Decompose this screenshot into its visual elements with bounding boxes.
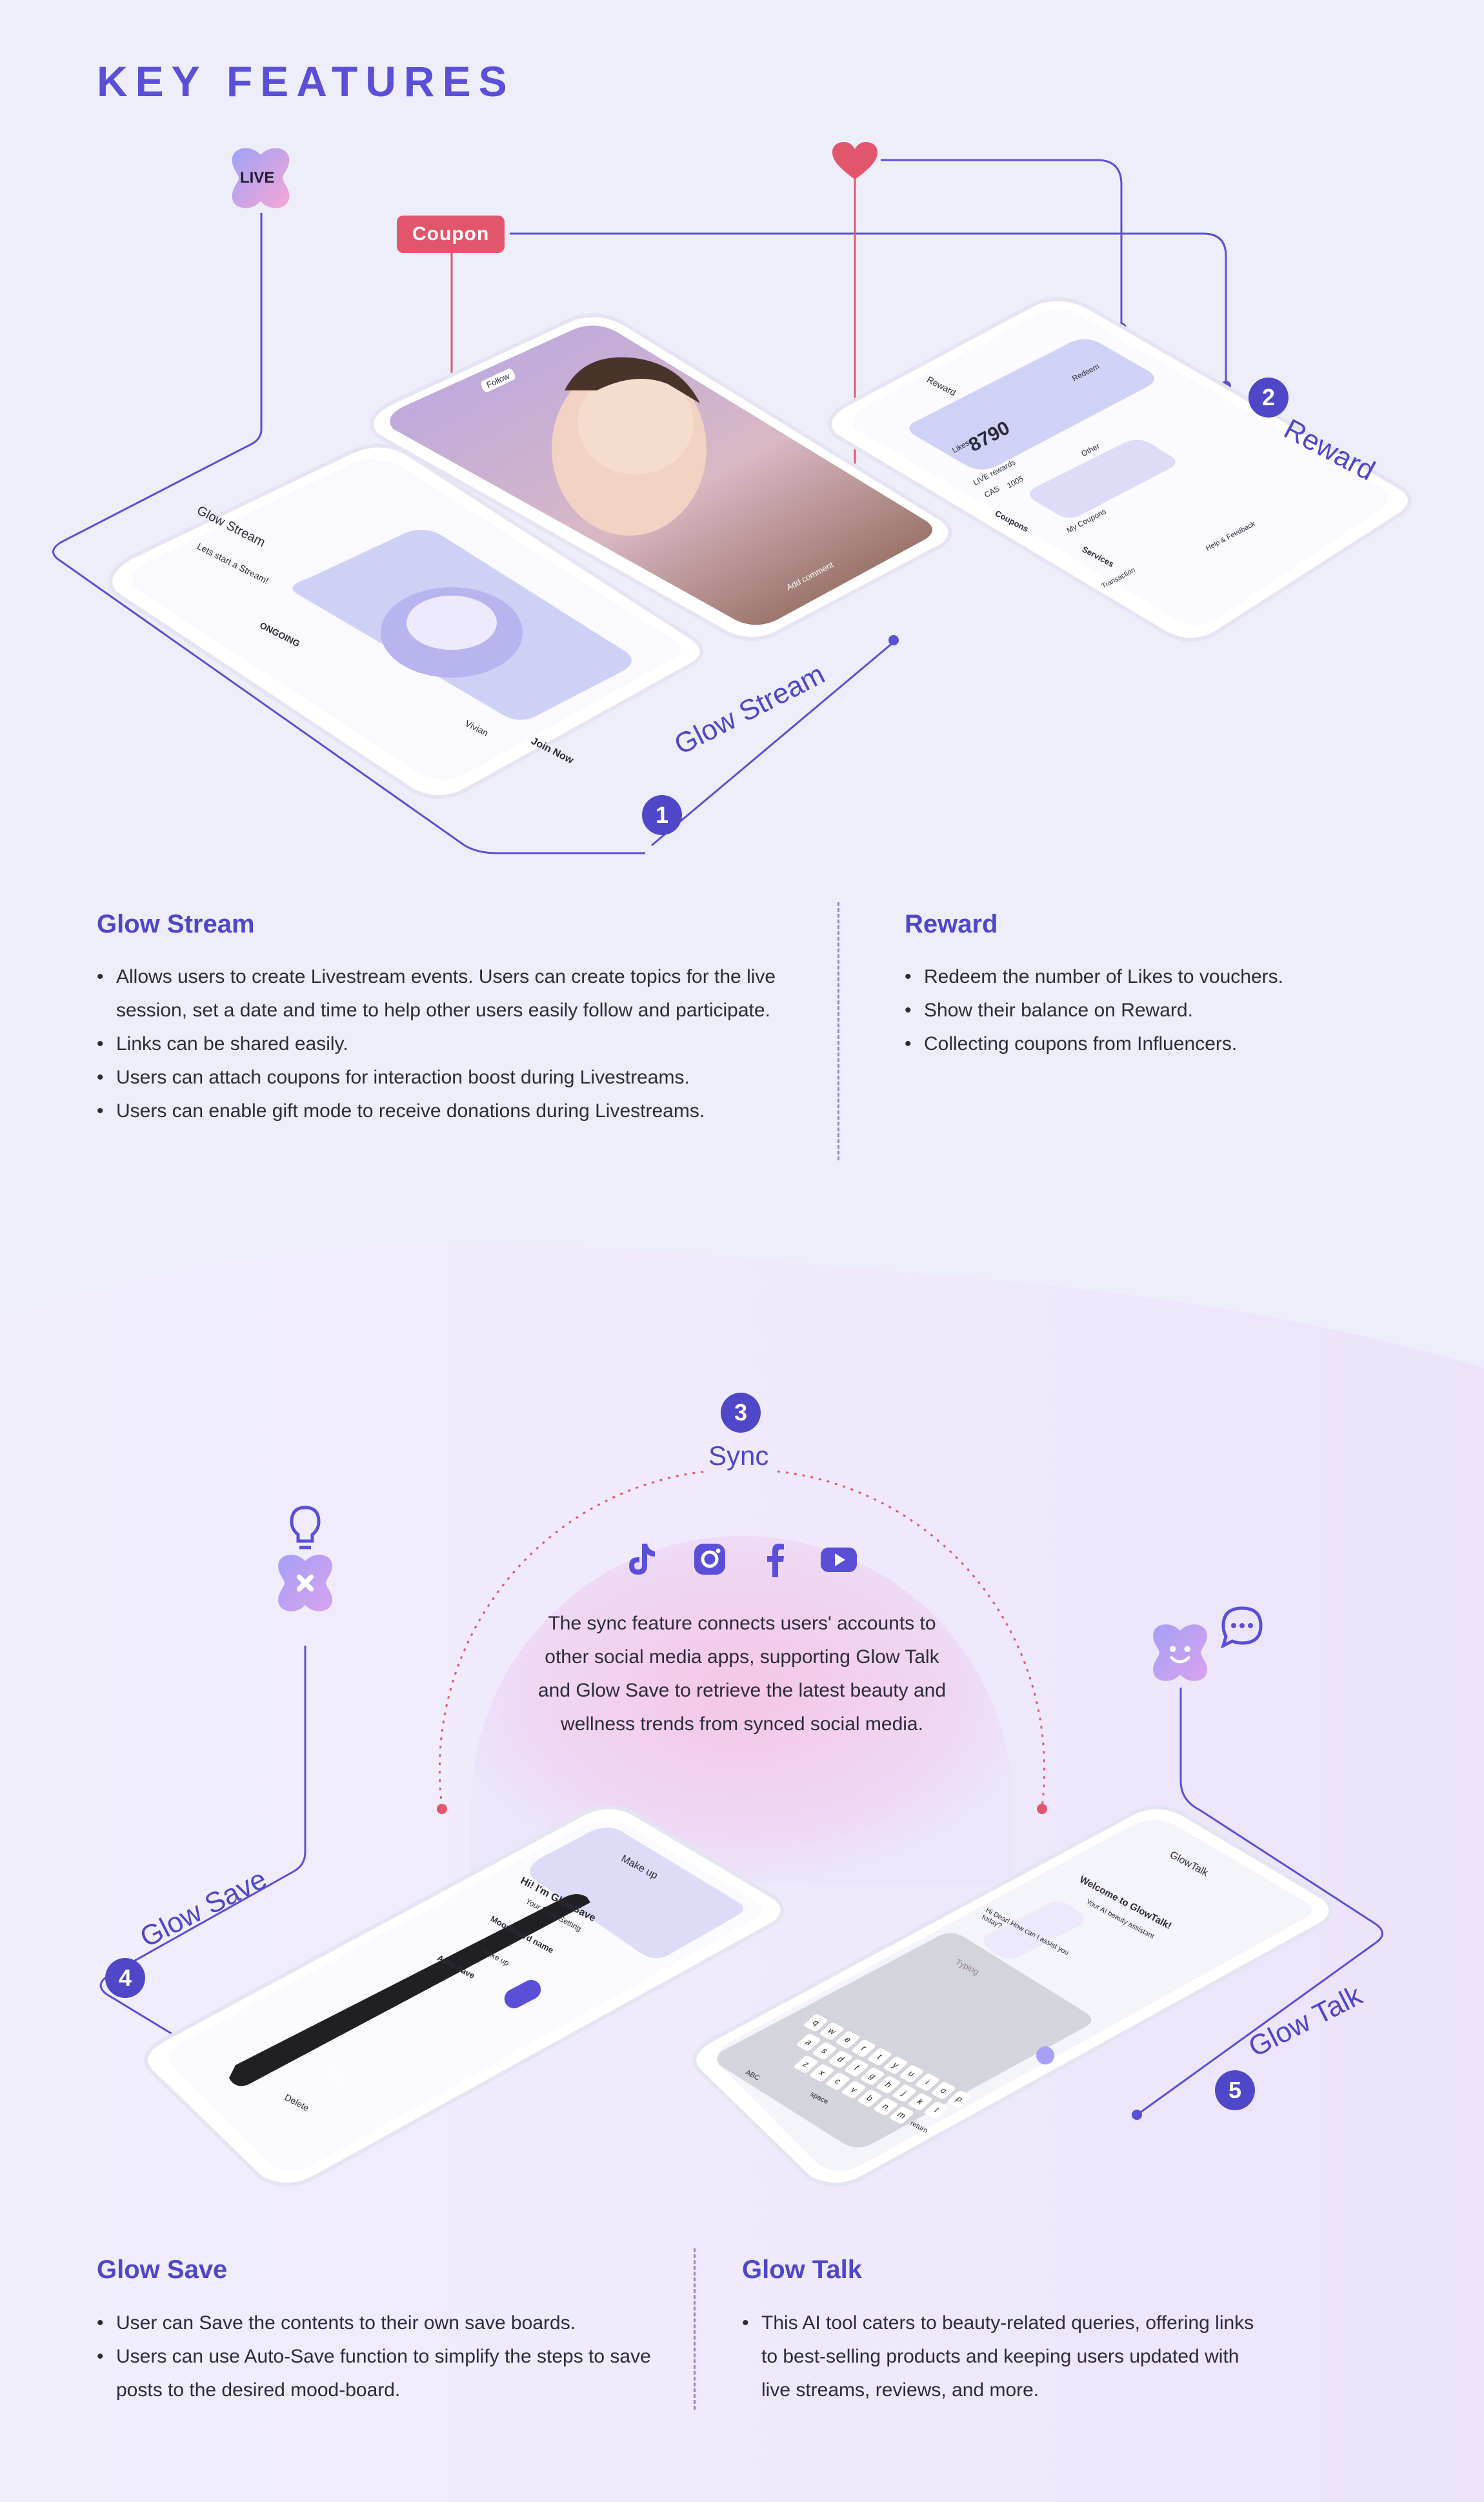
section-divider [837,902,839,1160]
phone-glow-talk: GlowTalk Welcome to GlowTalk! Your AI be… [687,1801,1339,2188]
glow-talk-flower-icon [1147,1620,1213,1686]
reward-bullets: Redeem the number of Likes to vouchers. … [905,960,1395,1061]
list-item: Redeem the number of Likes to vouchers. [905,960,1395,994]
live-badge-label: LIVE [240,169,275,187]
instagram-icon [690,1540,729,1579]
glow-save-flower-icon [272,1550,338,1616]
live-flower-logo-icon: LIVE [226,143,296,213]
chat-bubble-icon [1219,1606,1265,1648]
list-item: Users can attach coupons for interaction… [97,1061,781,1095]
feature-3-label: Sync [708,1440,769,1471]
list-item: Links can be shared easily. [97,1027,781,1061]
phone-reward: Reward Likes 8790 Redeem LIVE rewards CA… [823,294,1419,645]
feature-5-badge: 5 [1215,2070,1255,2110]
reward-heading: Reward [905,910,998,938]
lightbulb-icon [285,1504,325,1555]
heart-icon [832,142,877,181]
glow-stream-heading: Glow Stream [97,910,255,938]
list-item: Allows users to create Livestream events… [97,960,781,1027]
feature-1-badge: 1 [642,795,682,835]
tiktok-icon [621,1540,660,1579]
facebook-icon [756,1540,795,1579]
youtube-icon [818,1540,859,1579]
list-item: This AI tool caters to beauty-related qu… [742,2306,1271,2407]
list-item: Collecting coupons from Influencers. [905,1027,1395,1061]
list-item: Users can use Auto-Save function to simp… [97,2340,658,2407]
list-item: Users can enable gift mode to receive do… [97,1095,781,1128]
glow-talk-heading: Glow Talk [742,2255,862,2284]
list-item: User can Save the contents to their own … [97,2306,658,2340]
coupon-tag: Coupon [397,216,505,253]
feature-3-badge: 3 [721,1393,761,1433]
glow-save-heading: Glow Save [97,2255,228,2284]
feature-4-badge: 4 [105,1958,145,1998]
feature-2-badge: 2 [1248,378,1288,418]
glow-talk-bullets: This AI tool caters to beauty-related qu… [742,2306,1271,2407]
glow-stream-bullets: Allows users to create Livestream events… [97,960,781,1128]
sync-description: The sync feature connects users' account… [537,1613,947,1735]
list-item: Show their balance on Reward. [905,994,1395,1027]
glow-save-bullets: User can Save the contents to their own … [97,2306,658,2407]
section-divider [694,2248,696,2410]
